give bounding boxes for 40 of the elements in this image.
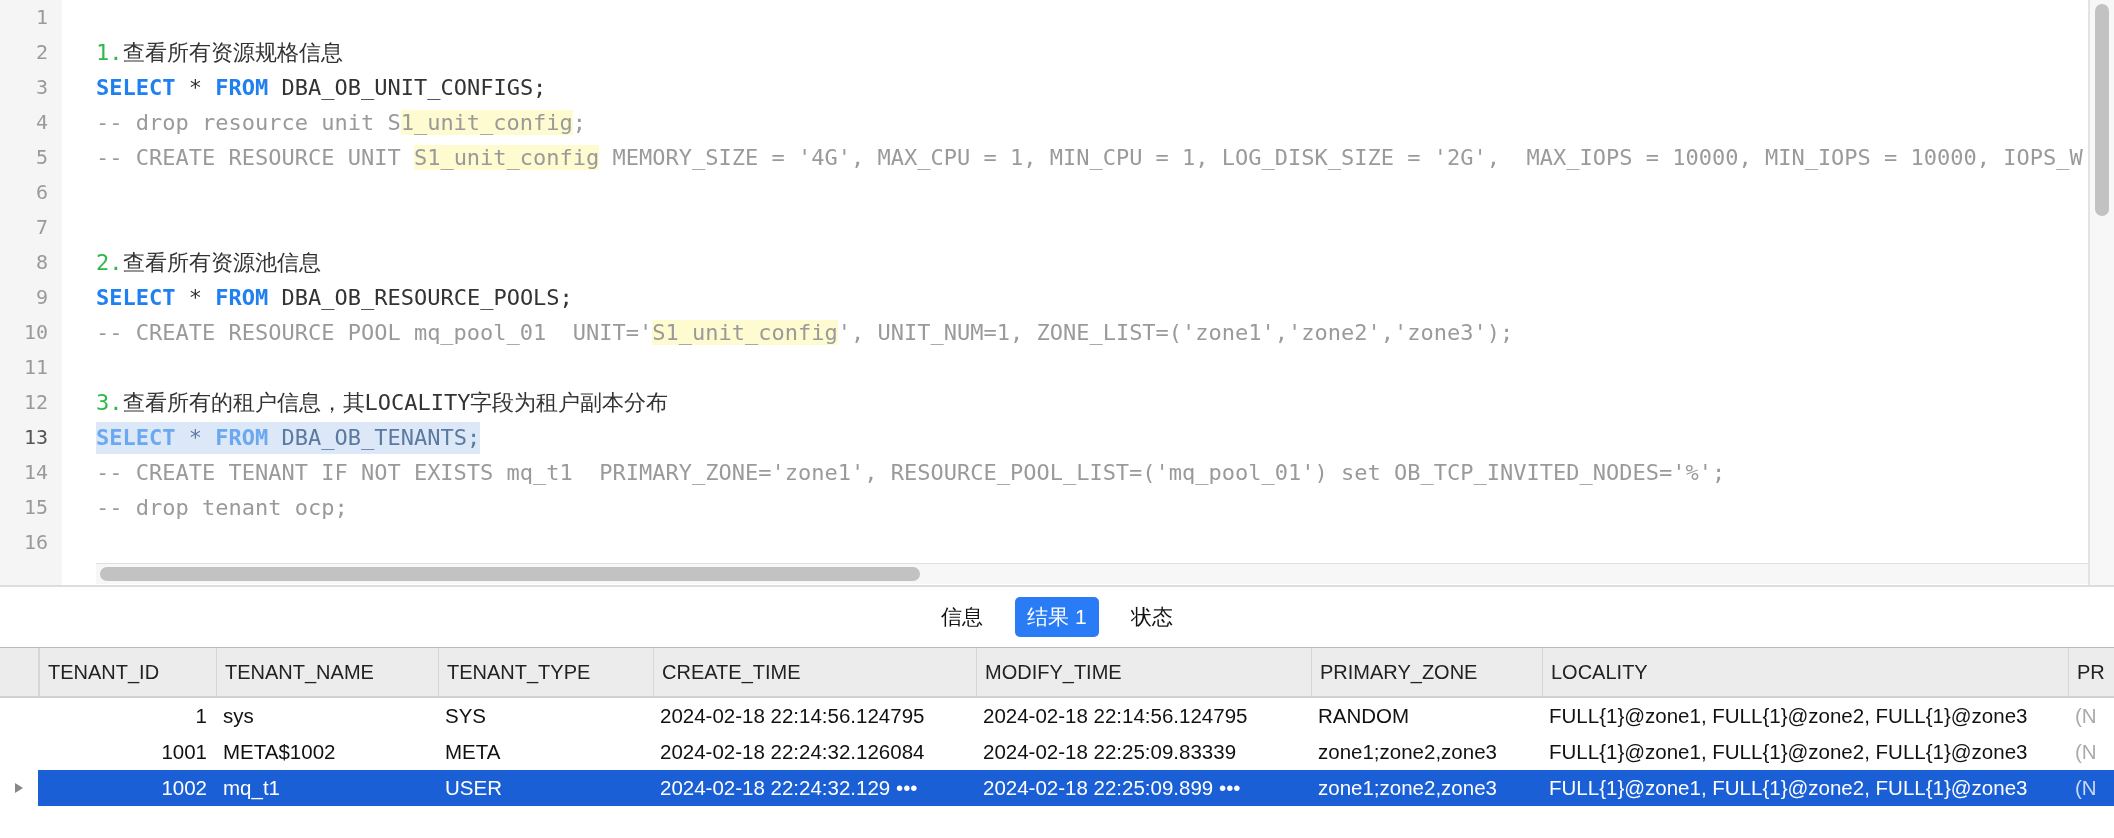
table-cell: 1002 (38, 770, 215, 806)
line-number: 10 (22, 319, 49, 346)
line-number: 6 (34, 179, 49, 206)
result-tab[interactable]: 状态 (1118, 597, 1185, 637)
line-number: 9 (34, 284, 49, 311)
line-number: 3 (34, 74, 49, 101)
column-header[interactable]: MODIFY_TIME (976, 648, 1311, 696)
line-number: 8 (34, 249, 49, 276)
column-header[interactable]: TENANT_NAME (216, 648, 438, 696)
column-header[interactable]: PRIMARY_ZONE (1311, 648, 1542, 696)
column-header[interactable]: TENANT_TYPE (438, 648, 653, 696)
column-header[interactable]: TENANT_ID (39, 648, 216, 696)
line-number: 4 (34, 109, 49, 136)
table-cell: USER (437, 770, 652, 806)
table-cell: 2024-02-18 22:24:32.129 ••• (652, 770, 975, 806)
column-header[interactable]: CREATE_TIME (653, 648, 976, 696)
line-number: 2 (34, 39, 49, 66)
horizontal-scrollbar[interactable] (96, 563, 2088, 584)
row-pointer-icon (14, 782, 24, 794)
table-row[interactable]: 1 sys SYS 2024-02-18 22:14:56.124795 2024-02-18 22:14:56.124795 RANDOM FULL{1}@zone1, FULL{1}@zone2, FULL{1}@zone3 (N (0, 698, 2114, 734)
column-header[interactable]: PR (2068, 648, 2114, 696)
line-number: 7 (34, 214, 49, 241)
column-header[interactable]: LOCALITY (1542, 648, 2068, 696)
line-number: 12 (22, 389, 49, 416)
line-number: 15 (22, 494, 49, 521)
table-cell: zone1;zone2,zone3 (1310, 770, 1541, 806)
table-cell: (N (2067, 770, 2114, 806)
table-cell: mq_t1 (215, 770, 437, 806)
line-number: 13 (22, 424, 49, 451)
result-tab[interactable]: 信息 (929, 597, 996, 637)
line-number: 11 (22, 354, 49, 381)
selected-table-row[interactable]: 1002 mq_t1 USER 2024-02-18 22:24:32.129 ••• 2024-02-18 22:25:09.899 ••• zone1;zone2,zone3 FULL{1}@zone1, FULL{1}@zone2, FULL{1}@zone3 (N (0, 770, 2114, 806)
table-cell: 2024-02-18 22:25:09.899 ••• (975, 770, 1310, 806)
table-cell: FULL{1}@zone1, FULL{1}@zone2, FULL{1}@zone3 (1541, 770, 2067, 806)
line-number: 16 (22, 529, 49, 556)
table-row[interactable]: 1001 META$1002 META 2024-02-18 22:24:32.126084 2024-02-18 22:25:09.83339 zone1;zone2,zone3 FULL{1}@zone1, FULL{1}@zone2, FULL{1}@zone3 (N (0, 734, 2114, 770)
line-number: 5 (34, 144, 49, 171)
line-number: 14 (22, 459, 49, 486)
result-tab[interactable]: 结果 1 (1015, 597, 1099, 637)
line-number: 1 (34, 4, 49, 31)
